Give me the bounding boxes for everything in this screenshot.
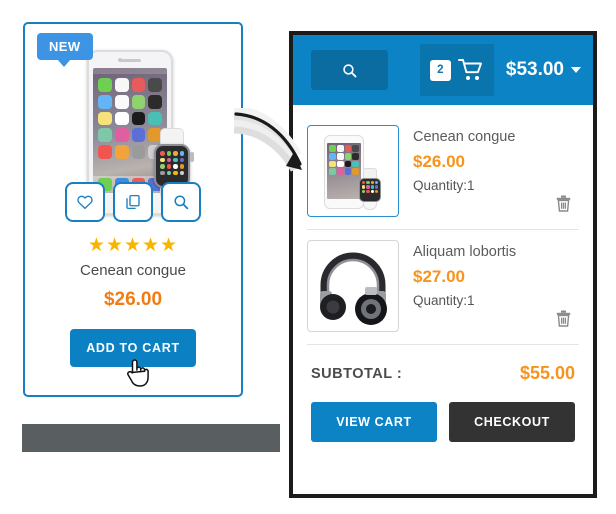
- cart-toggle-button[interactable]: 2: [419, 44, 494, 96]
- cart-item-info: Cenean congue $26.00 Quantity:1: [399, 125, 515, 217]
- rating-stars: ★★★★★: [87, 235, 179, 256]
- cart-total[interactable]: $53.00: [506, 59, 581, 81]
- cart-item[interactable]: Cenean congue $26.00 Quantity:1: [307, 115, 579, 230]
- copy-icon: [126, 194, 140, 210]
- compare-button[interactable]: [113, 182, 153, 222]
- subtotal-label: SUBTOTAL :: [311, 365, 403, 382]
- search-icon: [174, 195, 189, 210]
- product-hover-actions: [25, 182, 241, 222]
- cart-header: 2 $53.00: [293, 35, 593, 105]
- cart-items-list: Cenean congue $26.00 Quantity:1 Aliquam …: [293, 105, 593, 442]
- annotation-arrow: [233, 108, 302, 172]
- cart-item-quantity: Quantity:1: [413, 178, 475, 193]
- remove-item-button[interactable]: [556, 195, 571, 217]
- cart-item-count-badge: 2: [429, 59, 451, 81]
- product-card[interactable]: NEW ★★★★★ Cenean congue $26.00 ADD TO CA…: [23, 22, 243, 397]
- product-rating: ★★★★★: [25, 236, 241, 255]
- product-price: $26.00: [103, 289, 163, 310]
- wishlist-button[interactable]: [65, 182, 105, 222]
- search-input[interactable]: [311, 50, 388, 90]
- mouse-cursor-pointing-hand: [127, 359, 149, 387]
- placeholder-bar: [22, 424, 280, 452]
- view-cart-button[interactable]: VIEW CART: [311, 402, 437, 442]
- trash-icon: [556, 310, 571, 327]
- cart-item-name[interactable]: Cenean congue: [413, 129, 515, 145]
- remove-item-button[interactable]: [556, 310, 571, 332]
- headphones-image: [320, 252, 387, 325]
- cart-item-price: $27.00: [413, 267, 465, 286]
- cart-item-name[interactable]: Aliquam lobortis: [413, 244, 516, 260]
- product-title[interactable]: Cenean congue: [25, 262, 241, 279]
- cart-item-thumbnail[interactable]: [307, 240, 399, 332]
- quick-view-button[interactable]: [161, 182, 201, 222]
- cart-item[interactable]: Aliquam lobortis $27.00 Quantity:1: [307, 230, 579, 345]
- mini-cart-panel: 2 $53.00 Cenean congue $26.00 Quantity:1…: [290, 32, 596, 497]
- new-badge: NEW: [37, 33, 93, 67]
- cart-item-quantity: Quantity:1: [413, 293, 475, 308]
- chevron-down-icon: [571, 67, 581, 73]
- heart-icon: [77, 195, 93, 210]
- screenshot-stage: NEW ★★★★★ Cenean congue $26.00 ADD TO CA…: [0, 0, 616, 514]
- cart-total-amount: $53.00: [505, 59, 564, 80]
- cart-item-info: Aliquam lobortis $27.00 Quantity:1: [399, 240, 516, 332]
- trash-icon: [556, 195, 571, 212]
- checkout-button[interactable]: CHECKOUT: [449, 402, 575, 442]
- shopping-cart-icon: [457, 59, 482, 80]
- search-icon: [343, 63, 357, 77]
- subtotal-value: $55.00: [519, 363, 575, 383]
- cart-item-price: $26.00: [413, 152, 465, 171]
- subtotal-row: SUBTOTAL : $55.00: [307, 345, 579, 384]
- cart-action-buttons: VIEW CART CHECKOUT: [307, 384, 579, 442]
